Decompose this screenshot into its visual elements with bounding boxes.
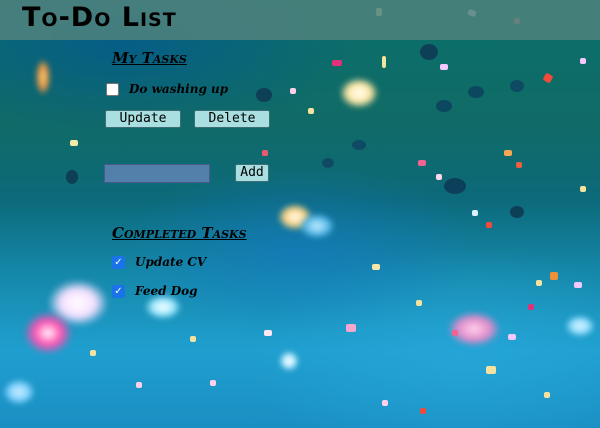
- checkmark-icon: ✓: [114, 285, 123, 297]
- delete-button[interactable]: Delete: [194, 110, 270, 128]
- app-title: To-Do List: [22, 2, 177, 33]
- task-item: Do washing up: [106, 82, 228, 96]
- header-bar: To-Do List: [0, 0, 600, 40]
- new-task-input[interactable]: [104, 164, 210, 183]
- task-label: Feed Dog: [135, 284, 198, 298]
- completed-task-item: ✓ Feed Dog: [112, 284, 198, 298]
- task-label: Do washing up: [129, 82, 229, 96]
- task-label: Update CV: [135, 255, 207, 269]
- update-button[interactable]: Update: [105, 110, 181, 128]
- completed-tasks-heading: Completed Tasks: [112, 224, 247, 242]
- checkmark-icon: ✓: [114, 256, 123, 268]
- completed-task-item: ✓ Update CV: [112, 255, 206, 269]
- completed-task-checkbox[interactable]: ✓: [112, 255, 125, 269]
- my-tasks-heading: My Tasks: [112, 49, 187, 67]
- add-button[interactable]: Add: [235, 164, 269, 182]
- confetti-background: [0, 0, 600, 428]
- completed-task-checkbox[interactable]: ✓: [112, 284, 125, 298]
- task-checkbox[interactable]: [106, 82, 119, 96]
